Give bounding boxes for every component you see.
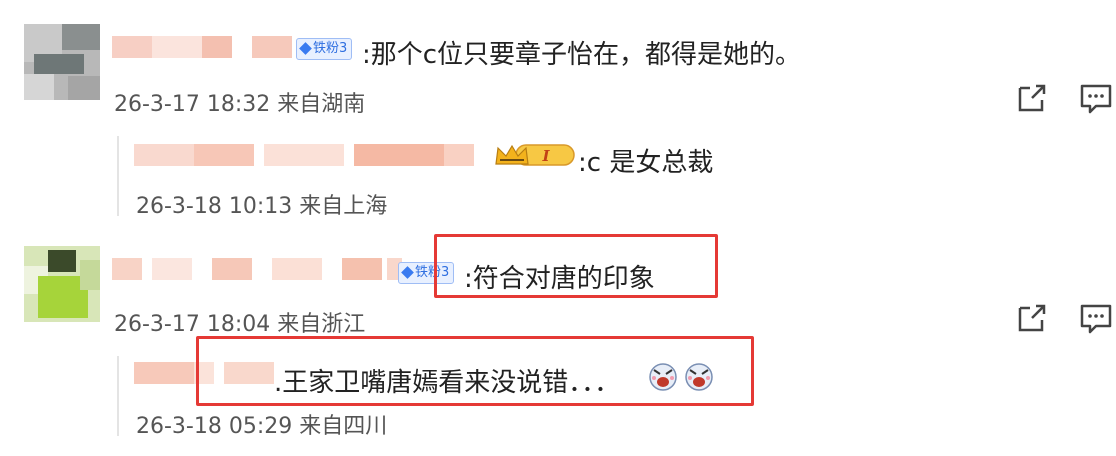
highlight-box — [434, 234, 718, 298]
share-icon[interactable] — [1012, 78, 1052, 118]
avatar[interactable] — [24, 246, 100, 322]
comment-meta: 26-3-17 18:04 来自浙江 — [114, 312, 366, 337]
diamond-icon — [401, 266, 414, 279]
username[interactable] — [112, 36, 292, 58]
comment-text: :那个c位只要章子怡在，都得是她的。 — [362, 40, 802, 70]
fan-badge-label: 铁粉3 — [313, 41, 348, 56]
avatar[interactable] — [24, 24, 100, 100]
reply-meta: 26-3-18 05:29 来自四川 — [136, 414, 388, 439]
reply-username[interactable] — [134, 144, 474, 166]
reply-meta: 26-3-18 10:13 来自上海 — [136, 194, 388, 219]
reply-divider — [117, 136, 119, 216]
share-icon[interactable] — [1012, 298, 1052, 338]
comment-icon[interactable] — [1076, 78, 1116, 118]
crown-badge: I — [495, 144, 575, 166]
highlight-box — [196, 336, 754, 406]
fan-badge: 铁粉3 — [296, 38, 353, 60]
reply-divider — [117, 356, 119, 436]
comment-meta: 26-3-17 18:32 来自湖南 — [114, 92, 366, 117]
reply-text: :c 是女总裁 — [578, 148, 714, 178]
diamond-icon — [299, 42, 312, 55]
comment-icon[interactable] — [1076, 298, 1116, 338]
username[interactable] — [112, 258, 402, 280]
crown-badge-level: I — [541, 147, 550, 165]
